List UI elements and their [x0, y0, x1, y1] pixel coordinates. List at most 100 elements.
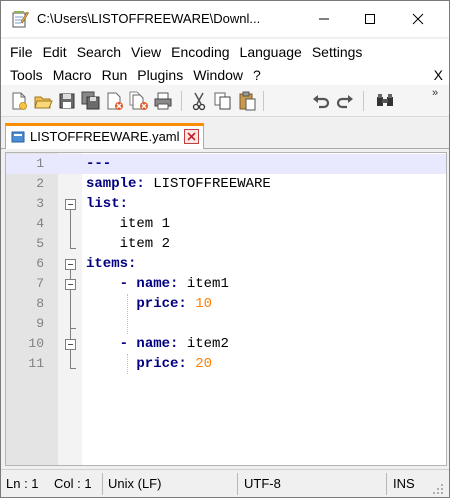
close-icon	[412, 13, 424, 25]
new-file-icon[interactable]	[9, 91, 29, 111]
copy-icon[interactable]	[213, 91, 233, 111]
save-all-icon[interactable]	[81, 91, 101, 111]
tab-label: LISTOFFREEWARE.yaml	[30, 129, 180, 144]
line-number: 7	[36, 276, 44, 291]
yaml-list-dash: -	[86, 276, 137, 292]
maximize-button[interactable]	[347, 1, 393, 37]
menu-row-2: Tools Macro Run Plugins Window ?	[1, 64, 266, 86]
redo-icon[interactable]	[335, 91, 355, 111]
line-number: 8	[36, 296, 44, 311]
close-file-icon[interactable]	[105, 91, 125, 111]
editor-line: 4 item 1	[6, 214, 446, 234]
minimize-icon	[319, 18, 329, 20]
yaml-number: 10	[186, 296, 213, 312]
line-number: 1	[36, 156, 44, 171]
yaml-value: item 1	[86, 216, 171, 232]
line-code: ---	[86, 154, 111, 174]
yaml-key: price:	[86, 296, 187, 312]
menu-run[interactable]: Run	[97, 64, 133, 86]
editor-line: 1 ---	[6, 154, 446, 174]
line-number: 5	[36, 236, 44, 251]
line-code: - name: item1	[86, 274, 229, 294]
fold-guide-line	[70, 210, 71, 248]
menu-help[interactable]: ?	[248, 64, 266, 86]
line-code: price: 20	[86, 354, 212, 374]
yaml-key: name:	[136, 336, 179, 352]
status-separator	[102, 473, 103, 495]
fold-toggle-icon[interactable]	[65, 339, 76, 350]
print-icon[interactable]	[153, 91, 173, 111]
status-separator	[386, 473, 387, 495]
open-file-icon[interactable]	[33, 91, 53, 111]
fold-end-marker	[70, 328, 76, 329]
indent-guide	[127, 354, 128, 374]
status-line: Ln : 1	[6, 476, 39, 491]
menu-bar: File Edit Search View Encoding Language …	[1, 39, 449, 85]
yaml-key: sample:	[86, 176, 145, 192]
window-title: C:\Users\LISTOFFREEWARE\Downl...	[37, 11, 261, 26]
line-code: item 2	[86, 234, 170, 254]
toolbar-overflow-button[interactable]: »	[432, 87, 438, 99]
status-eol-format[interactable]: Unix (LF)	[108, 476, 161, 491]
document-start-marker: ---	[86, 156, 112, 172]
menu-file[interactable]: File	[1, 41, 38, 63]
status-encoding[interactable]: UTF-8	[244, 476, 281, 491]
close-document-button[interactable]: X	[434, 64, 443, 86]
fold-toggle-icon[interactable]	[65, 279, 76, 290]
maximize-icon	[365, 14, 375, 24]
close-all-icon[interactable]	[129, 91, 149, 111]
menu-macro[interactable]: Macro	[48, 64, 97, 86]
editor-line: 8 price: 10	[6, 294, 446, 314]
line-number: 2	[36, 176, 44, 191]
line-code: price: 10	[86, 294, 212, 314]
editor-line: 2 sample: LISTOFFREEWARE	[6, 174, 446, 194]
toolbar-separator	[363, 91, 364, 111]
fold-toggle-icon[interactable]	[65, 259, 76, 270]
cut-icon[interactable]	[189, 91, 209, 111]
close-button[interactable]	[395, 1, 441, 37]
line-code: item 1	[86, 214, 170, 234]
editor-line: 5 item 2	[6, 234, 446, 254]
status-bar: Ln : 1 Col : 1 Unix (LF) UTF-8 INS	[1, 469, 449, 497]
menu-language[interactable]: Language	[235, 41, 307, 63]
notepad-app-icon	[12, 11, 29, 28]
menu-edit[interactable]: Edit	[38, 41, 72, 63]
undo-icon[interactable]	[311, 91, 331, 111]
menu-search[interactable]: Search	[72, 41, 126, 63]
yaml-value: LISTOFFREEWARE	[144, 176, 271, 192]
paste-icon[interactable]	[237, 91, 257, 111]
status-separator	[237, 473, 238, 495]
title-bar[interactable]: C:\Users\LISTOFFREEWARE\Downl...	[1, 1, 449, 37]
menu-settings[interactable]: Settings	[307, 41, 368, 63]
status-column: Col : 1	[54, 476, 92, 491]
menu-window[interactable]: Window	[188, 64, 248, 86]
line-number: 4	[36, 216, 44, 231]
menu-plugins[interactable]: Plugins	[132, 64, 188, 86]
yaml-value: item2	[178, 336, 229, 352]
menu-view[interactable]: View	[126, 41, 166, 63]
fold-toggle-icon[interactable]	[65, 199, 76, 210]
tab-listoffreeware-yaml[interactable]: LISTOFFREEWARE.yaml	[5, 123, 204, 149]
tab-bar: LISTOFFREEWARE.yaml	[1, 117, 449, 149]
menu-tools[interactable]: Tools	[1, 64, 48, 86]
yaml-key: list:	[86, 196, 129, 212]
fold-end-marker	[70, 248, 76, 249]
menu-row-1: File Edit Search View Encoding Language …	[1, 41, 367, 63]
line-code: - name: item2	[86, 334, 229, 354]
save-icon[interactable]	[57, 91, 77, 111]
toolbar: »	[1, 85, 449, 117]
status-insert-mode[interactable]: INS	[393, 476, 415, 491]
menu-encoding[interactable]: Encoding	[166, 41, 234, 63]
line-number: 6	[36, 256, 44, 271]
resize-grip-icon[interactable]	[431, 482, 445, 496]
find-icon[interactable]	[375, 91, 395, 111]
yaml-list-dash: -	[86, 336, 137, 352]
line-code: sample: LISTOFFREEWARE	[86, 174, 271, 194]
yaml-value: item1	[178, 276, 229, 292]
code-editor[interactable]: 1 --- 2 sample: LISTOFFREEWARE 3 list: 4…	[5, 152, 447, 466]
yaml-value: item 2	[86, 236, 171, 252]
minimize-button[interactable]	[301, 1, 347, 37]
fold-end-marker	[70, 368, 76, 369]
line-number: 9	[36, 316, 44, 331]
tab-close-icon[interactable]	[184, 129, 199, 144]
